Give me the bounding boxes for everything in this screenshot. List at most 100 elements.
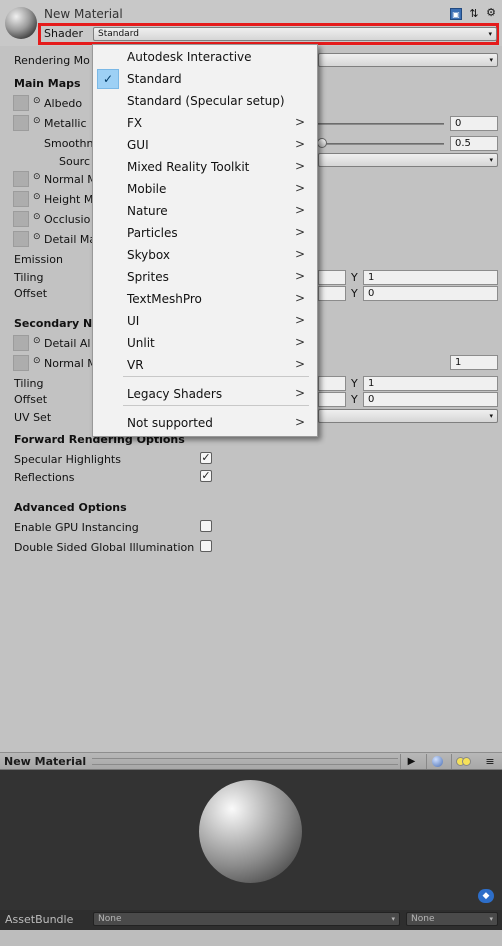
offset-y-field[interactable]: 0: [363, 286, 498, 301]
gear-icon[interactable]: ⚙: [485, 7, 497, 19]
shader-menu-item-standard[interactable]: ✓ Standard: [93, 68, 317, 90]
shader-menu-item-label: Legacy Shaders: [127, 387, 223, 401]
albedo-slot[interactable]: [13, 95, 29, 111]
shader-menu-item-label: Mobile: [127, 182, 167, 196]
emission-label: Emission: [14, 253, 63, 266]
preview-menu-icon[interactable]: ≡: [479, 754, 501, 769]
secondary-maps-title: Secondary N: [14, 317, 93, 330]
shader-menu-item-standard-specular-setup[interactable]: Standard (Specular setup): [93, 90, 317, 112]
occlusion-slot[interactable]: [13, 211, 29, 227]
metallic-value-field[interactable]: 0: [450, 116, 498, 131]
submenu-arrow-icon: >: [294, 225, 305, 239]
normal-map-slot[interactable]: [13, 171, 29, 187]
height-map-picker-icon[interactable]: ⊙: [33, 192, 41, 202]
shader-menu-item-gui[interactable]: GUI >: [93, 134, 317, 156]
rendering-mode-dropdown[interactable]: ▾: [318, 53, 498, 67]
shader-menu-item-textmeshpro[interactable]: TextMeshPro >: [93, 288, 317, 310]
shader-menu-item-label: Standard (Specular setup): [127, 94, 285, 108]
shader-menu-item-legacy-shaders[interactable]: Legacy Shaders >: [93, 383, 317, 405]
shader-menu-item-vr[interactable]: VR >: [93, 354, 317, 376]
sec-tiling-x-field[interactable]: [318, 376, 346, 391]
smoothness-slider-knob[interactable]: [317, 138, 327, 148]
metallic-slot[interactable]: [13, 115, 29, 131]
sec-tiling-label: Tiling: [14, 377, 44, 390]
shader-menu-item-skybox[interactable]: Skybox >: [93, 244, 317, 266]
preset-icon[interactable]: ⇅: [468, 8, 480, 20]
material-sphere-icon: [5, 7, 37, 39]
submenu-arrow-icon: >: [294, 181, 305, 195]
assetbundle-dropdown[interactable]: None ▾: [93, 912, 400, 926]
variant-dropdown[interactable]: None ▾: [406, 912, 498, 926]
menu-separator: [123, 405, 309, 406]
submenu-arrow-icon: >: [294, 357, 305, 371]
sec-offset-x-field[interactable]: [318, 392, 346, 407]
shader-menu-item-mobile[interactable]: Mobile >: [93, 178, 317, 200]
albedo-picker-icon[interactable]: ⊙: [33, 96, 41, 106]
sec-normal-scale-field[interactable]: 1: [450, 355, 498, 370]
submenu-arrow-icon: >: [294, 269, 305, 283]
sec-offset-y-label: Y: [351, 393, 358, 406]
double-sided-label-clip: Double Sided Global Illumination: [14, 541, 199, 555]
detail-albedo-slot[interactable]: [13, 335, 29, 351]
detail-mask-slot[interactable]: [13, 231, 29, 247]
shader-menu-item-label: Nature: [127, 204, 168, 218]
submenu-arrow-icon: >: [294, 386, 305, 400]
metallic-slider-track[interactable]: [318, 123, 444, 125]
sec-normal-map-label: Normal M: [44, 357, 97, 370]
shader-menu-item-autodesk-interactive[interactable]: Autodesk Interactive: [93, 46, 317, 68]
preview-area[interactable]: ◆: [0, 770, 502, 910]
metallic-picker-icon[interactable]: ⊙: [33, 116, 41, 126]
specular-highlights-checkbox[interactable]: ✓: [200, 452, 212, 464]
gpu-instancing-label: Enable GPU Instancing: [14, 521, 139, 534]
detail-albedo-picker-icon[interactable]: ⊙: [33, 336, 41, 346]
shader-menu-item-ui[interactable]: UI >: [93, 310, 317, 332]
sec-normal-map-slot[interactable]: [13, 355, 29, 371]
smoothness-value-field[interactable]: 0.5: [450, 136, 498, 151]
book-icon[interactable]: ▣: [450, 8, 462, 20]
play-icon[interactable]: ▶: [400, 754, 422, 769]
submenu-arrow-icon: >: [294, 203, 305, 217]
dropdown-arrow-icon: ▾: [489, 56, 493, 64]
uv-set-label: UV Set: [14, 411, 52, 424]
shader-menu-item-not-supported[interactable]: Not supported >: [93, 412, 317, 434]
source-dropdown[interactable]: ▾: [318, 153, 498, 167]
sphere-mesh-icon[interactable]: [426, 754, 448, 769]
reflections-checkbox[interactable]: ✓: [200, 470, 212, 482]
detail-albedo-label: Detail Al: [44, 337, 91, 350]
uv-set-dropdown[interactable]: ▾: [318, 409, 498, 423]
shader-menu-item-label: Unlit: [127, 336, 155, 350]
submenu-arrow-icon: >: [294, 137, 305, 151]
offset-x-field[interactable]: [318, 286, 346, 301]
sec-offset-y-field[interactable]: 0: [363, 392, 498, 407]
shader-menu-item-label: Standard: [127, 72, 182, 86]
tiling-x-field[interactable]: [318, 270, 346, 285]
preview-drag-handle[interactable]: [92, 758, 398, 765]
shader-menu-item-particles[interactable]: Particles >: [93, 222, 317, 244]
normal-map-label: Normal M: [44, 173, 97, 186]
occlusion-picker-icon[interactable]: ⊙: [33, 212, 41, 222]
sec-normal-map-picker-icon[interactable]: ⊙: [33, 356, 41, 366]
normal-map-picker-icon[interactable]: ⊙: [33, 172, 41, 182]
asset-label-tag-icon[interactable]: ◆: [478, 889, 494, 903]
detail-mask-picker-icon[interactable]: ⊙: [33, 232, 41, 242]
shader-menu-item-sprites[interactable]: Sprites >: [93, 266, 317, 288]
submenu-arrow-icon: >: [294, 291, 305, 305]
smoothness-slider-track[interactable]: [318, 143, 444, 145]
light-toggle-icon[interactable]: [451, 754, 475, 769]
submenu-arrow-icon: >: [294, 247, 305, 261]
inspector-header: New Material ▣ ⇅ ⚙ Shader Standard ▾: [0, 0, 502, 46]
tiling-label: Tiling: [14, 271, 44, 284]
shader-menu-item-unlit[interactable]: Unlit >: [93, 332, 317, 354]
shader-dropdown[interactable]: Standard ▾: [93, 27, 497, 41]
shader-menu-item-fx[interactable]: FX >: [93, 112, 317, 134]
tiling-y-field[interactable]: 1: [363, 270, 498, 285]
reflections-label: Reflections: [14, 471, 75, 484]
sec-tiling-y-field[interactable]: 1: [363, 376, 498, 391]
advanced-options-title: Advanced Options: [14, 501, 127, 514]
shader-menu-item-nature[interactable]: Nature >: [93, 200, 317, 222]
gpu-instancing-checkbox[interactable]: [200, 520, 212, 532]
assetbundle-bar: AssetBundle None ▾ None ▾: [0, 910, 502, 930]
double-sided-gi-checkbox[interactable]: [200, 540, 212, 552]
height-map-slot[interactable]: [13, 191, 29, 207]
shader-menu-item-mixed-reality-toolkit[interactable]: Mixed Reality Toolkit >: [93, 156, 317, 178]
